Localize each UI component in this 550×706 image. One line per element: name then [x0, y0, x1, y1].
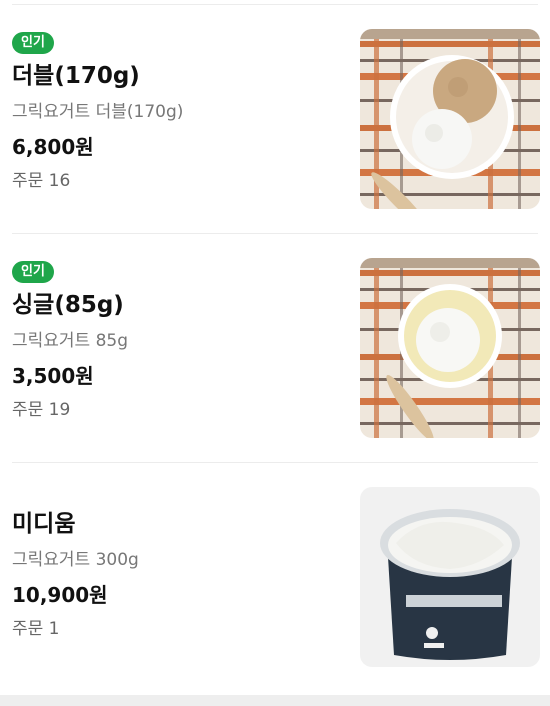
menu-item-name: 더블(170g) [12, 63, 140, 89]
menu-item-description: 그릭요거트 85g [12, 331, 129, 351]
menu-item-name: 싱글(85g) [12, 292, 124, 318]
menu-item-info: 미디움 그릭요거트 300g 10,900원 주문 1 [12, 509, 342, 641]
menu-item-description: 그릭요거트 300g [12, 550, 139, 570]
menu-item-description: 그릭요거트 더블(170g) [12, 102, 184, 122]
menu-item-double[interactable]: 인기 더블(170g) 그릭요거트 더블(170g) 6,800원 주문 16 [0, 29, 550, 211]
section-footer-band [0, 695, 550, 706]
menu-item-info: 인기 싱글(85g) 그릭요거트 85g 3,500원 주문 19 [12, 260, 342, 422]
popular-badge: 인기 [12, 32, 54, 54]
menu-item-single[interactable]: 인기 싱글(85g) 그릭요거트 85g 3,500원 주문 19 [0, 258, 550, 440]
item-divider [12, 462, 538, 463]
menu-item-name: 미디움 [12, 511, 76, 537]
menu-item-photo[interactable] [360, 487, 540, 667]
menu-item-info: 인기 더블(170g) 그릭요거트 더블(170g) 6,800원 주문 16 [12, 31, 342, 193]
top-divider [12, 4, 538, 5]
item-divider [12, 233, 538, 234]
menu-item-price: 6,800원 [12, 135, 94, 159]
menu-item-price: 3,500원 [12, 364, 94, 388]
menu-item-medium[interactable]: 미디움 그릭요거트 300g 10,900원 주문 1 [0, 487, 550, 667]
menu-item-order-count: 주문 19 [12, 400, 71, 420]
menu-item-price: 10,900원 [12, 583, 108, 607]
menu-item-photo[interactable] [360, 258, 540, 438]
menu-item-photo[interactable] [360, 29, 540, 209]
popular-badge: 인기 [12, 261, 54, 283]
menu-item-order-count: 주문 16 [12, 171, 71, 191]
menu-item-order-count: 주문 1 [12, 619, 60, 639]
